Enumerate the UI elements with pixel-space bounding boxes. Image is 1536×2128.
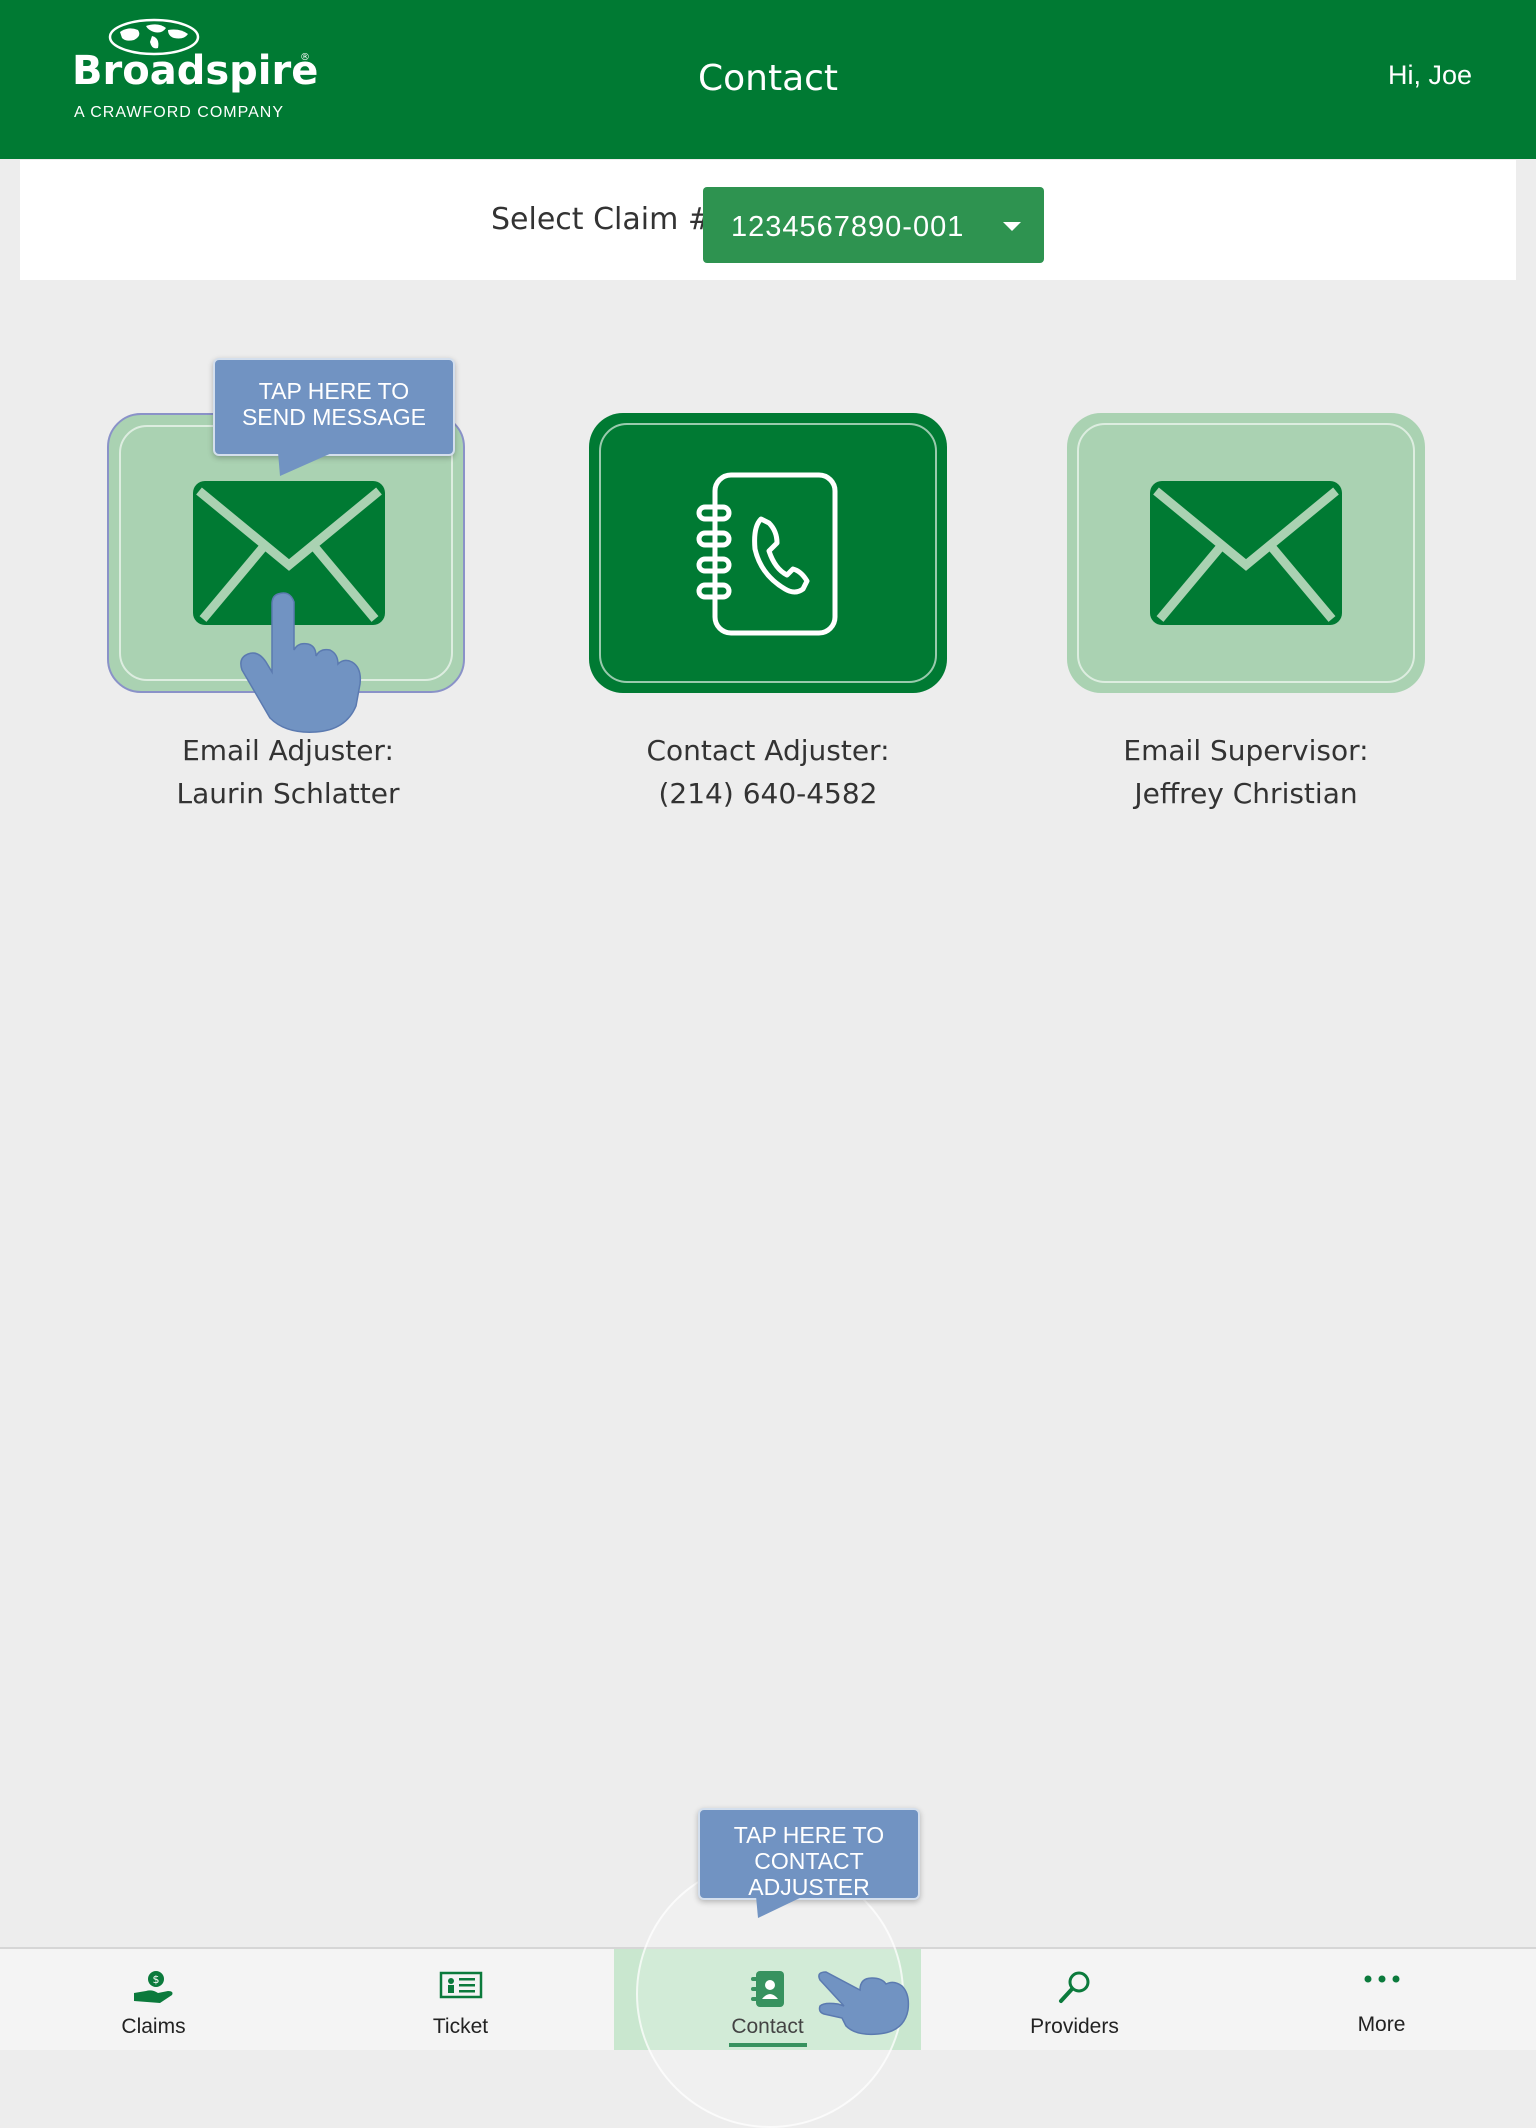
tooltip-line: CONTACT ADJUSTER (748, 1848, 870, 1900)
tooltip-line: TAP HERE TO (733, 1822, 885, 1848)
envelope-icon (1150, 481, 1342, 625)
caption-title: Contact Adjuster: (646, 734, 890, 767)
claim-select-label: Select Claim # (491, 202, 713, 237)
logo-subtitle: A CRAWFORD COMPANY (74, 104, 285, 121)
app-header: Broadspire ® A CRAWFORD COMPANY Contact … (0, 0, 1536, 159)
claim-selector-bar: Select Claim # 1234567890-001 (20, 160, 1516, 280)
tab-more[interactable]: More (1228, 1949, 1535, 2050)
tooltip-tail (756, 1896, 804, 1918)
svg-text:$: $ (152, 1973, 159, 1986)
contact-adjuster-tooltip: TAP HERE TO CONTACT ADJUSTER (698, 1808, 920, 1900)
tooltip-tail (278, 452, 334, 476)
claim-dropdown[interactable]: 1234567890-001 (703, 187, 1044, 263)
email-supervisor-button[interactable] (1067, 413, 1425, 693)
claim-dropdown-value: 1234567890-001 (731, 211, 965, 243)
caption-title: Email Adjuster: (182, 734, 394, 767)
tab-label: Ticket (432, 2015, 489, 2038)
supervisor-name: Jeffrey Christian (1134, 777, 1358, 810)
adjuster-name: Laurin Schlatter (176, 777, 400, 810)
email-supervisor-caption: Email Supervisor: Jeffrey Christian (1046, 734, 1446, 810)
tab-label: More (1357, 2013, 1406, 2036)
search-icon (1058, 1971, 1089, 2003)
pointing-hand-icon (818, 1971, 910, 2036)
contact-adjuster-button[interactable] (589, 413, 947, 693)
caption-title: Email Supervisor: (1123, 734, 1369, 767)
tooltip-line: SEND MESSAGE (241, 404, 427, 430)
tab-claims[interactable]: $ Claims (0, 1949, 307, 2050)
pointing-hand-icon (240, 592, 362, 733)
chevron-down-icon (1003, 222, 1021, 231)
tab-providers[interactable]: Providers (921, 1949, 1228, 2050)
email-adjuster-caption: Email Adjuster: Laurin Schlatter (88, 734, 488, 810)
money-hand-icon: $ (133, 1971, 172, 2003)
address-book-phone-icon (696, 472, 838, 636)
tab-ticket[interactable]: Ticket (307, 1949, 614, 2050)
user-greeting[interactable]: Hi, Joe (1388, 60, 1472, 91)
tab-label: Claims (121, 2015, 186, 2038)
more-dots-icon (1364, 1975, 1399, 1983)
ticket-icon (439, 1971, 482, 1999)
send-message-tooltip: TAP HERE TO SEND MESSAGE (213, 358, 455, 456)
page-title: Contact (697, 58, 839, 99)
tab-label: Providers (1030, 2015, 1119, 2038)
contact-adjuster-caption: Contact Adjuster: (214) 640-4582 (568, 734, 968, 810)
tooltip-line: TAP HERE TO (258, 378, 410, 404)
adjuster-phone: (214) 640-4582 (658, 777, 878, 810)
